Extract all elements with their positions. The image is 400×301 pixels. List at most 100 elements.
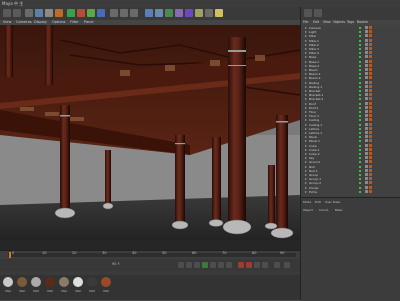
tag-icon[interactable]: [365, 131, 368, 134]
material-tag-icon[interactable]: [369, 114, 372, 118]
tag-icon[interactable]: [365, 101, 368, 105]
material-tag-icon[interactable]: [369, 181, 372, 185]
visibility-check-icon[interactable]: [359, 73, 361, 76]
expand-icon[interactable]: [305, 186, 307, 189]
visibility-check-icon[interactable]: [359, 123, 361, 126]
material-tag-icon[interactable]: [369, 34, 372, 38]
expand-icon[interactable]: [305, 182, 307, 185]
expand-icon[interactable]: [305, 111, 307, 113]
attr-edit[interactable]: Edit: [315, 200, 321, 204]
material-swatch[interactable]: [59, 277, 69, 287]
material-tag-icon[interactable]: [369, 185, 372, 189]
visibility-check-icon[interactable]: [359, 190, 361, 193]
tag-icon[interactable]: [365, 68, 368, 71]
tag-icon[interactable]: [365, 76, 368, 80]
tag-icon[interactable]: [365, 147, 368, 151]
scene-icon[interactable]: [195, 9, 203, 17]
om-menu-tags[interactable]: Tags: [347, 20, 354, 25]
visibility-check-icon[interactable]: [359, 27, 361, 29]
material-tag-icon[interactable]: [369, 160, 372, 164]
material-tag-icon[interactable]: [369, 135, 372, 139]
axis-x-icon[interactable]: [77, 9, 85, 17]
expand-icon[interactable]: [305, 102, 307, 105]
visibility-check-icon[interactable]: [359, 52, 361, 55]
visibility-check-icon[interactable]: [359, 69, 361, 71]
array-icon[interactable]: [175, 9, 183, 17]
search-icon[interactable]: [314, 9, 322, 17]
material-swatch[interactable]: [87, 277, 97, 287]
expand-icon[interactable]: [305, 60, 307, 63]
expand-icon[interactable]: [305, 56, 307, 59]
tag-icon[interactable]: [365, 118, 368, 122]
pen-icon[interactable]: [155, 9, 163, 17]
timeline-playhead[interactable]: [9, 252, 11, 258]
material-swatch[interactable]: [45, 277, 55, 287]
expand-icon[interactable]: [305, 81, 307, 84]
material-tag-icon[interactable]: [369, 122, 372, 126]
material-tag-icon[interactable]: [369, 101, 372, 105]
material-tag-icon[interactable]: [369, 68, 372, 71]
material-tag-icon[interactable]: [369, 152, 372, 155]
material-tag-icon[interactable]: [369, 30, 372, 34]
material-tag-icon[interactable]: [369, 110, 372, 113]
material-tag-icon[interactable]: [369, 51, 372, 55]
expand-icon[interactable]: [305, 106, 307, 109]
record-icon[interactable]: [238, 262, 244, 268]
visibility-check-icon[interactable]: [359, 119, 361, 122]
om-menu-file[interactable]: File: [303, 20, 308, 25]
deformer-icon[interactable]: [185, 9, 193, 17]
tag-icon[interactable]: [365, 143, 368, 147]
select-icon[interactable]: [25, 9, 33, 17]
tag-icon[interactable]: [365, 26, 368, 29]
attr-coord[interactable]: Coord.: [319, 208, 329, 212]
tag-icon[interactable]: [365, 34, 368, 38]
object-row[interactable]: Extra: [303, 189, 400, 194]
tag-icon[interactable]: [365, 173, 368, 176]
expand-icon[interactable]: [305, 43, 307, 46]
material-swatch[interactable]: [3, 277, 13, 287]
visibility-check-icon[interactable]: [359, 85, 361, 88]
tag-icon[interactable]: [365, 122, 368, 126]
expand-icon[interactable]: [305, 94, 307, 97]
expand-icon[interactable]: [305, 85, 307, 88]
motion-icon[interactable]: [262, 262, 268, 268]
prev-key-icon[interactable]: [186, 262, 192, 268]
visibility-check-icon[interactable]: [359, 115, 361, 118]
tag-icon[interactable]: [365, 105, 368, 109]
material-tag-icon[interactable]: [369, 156, 372, 160]
material-tag-icon[interactable]: [369, 173, 372, 176]
om-menu-view[interactable]: View: [323, 20, 331, 25]
expand-icon[interactable]: [305, 77, 307, 80]
material-tag-icon[interactable]: [369, 93, 372, 97]
tag-icon[interactable]: [365, 55, 368, 59]
material-tag-icon[interactable]: [369, 177, 372, 181]
expand-icon[interactable]: [305, 148, 307, 151]
visibility-check-icon[interactable]: [359, 165, 361, 168]
tag-icon[interactable]: [365, 135, 368, 139]
visibility-check-icon[interactable]: [359, 157, 361, 160]
expand-icon[interactable]: [305, 190, 307, 193]
tag-icon[interactable]: [365, 168, 368, 172]
attr-object[interactable]: Object: [303, 208, 313, 212]
visibility-check-icon[interactable]: [359, 178, 361, 181]
om-menu-objects[interactable]: Objects: [333, 20, 345, 25]
visibility-check-icon[interactable]: [359, 136, 361, 139]
material-tag-icon[interactable]: [369, 89, 372, 92]
om-menu-edit[interactable]: Edit: [313, 20, 319, 25]
3d-viewport[interactable]: [0, 25, 300, 250]
expand-icon[interactable]: [305, 64, 307, 67]
material-tag-icon[interactable]: [369, 143, 372, 147]
material-tag-icon[interactable]: [369, 139, 372, 143]
play-icon[interactable]: [202, 262, 208, 268]
tag-icon[interactable]: [365, 189, 368, 193]
material-tag-icon[interactable]: [369, 26, 372, 29]
tag-icon[interactable]: [365, 139, 368, 143]
material-tag-icon[interactable]: [369, 80, 372, 84]
expand-icon[interactable]: [305, 119, 307, 122]
visibility-check-icon[interactable]: [359, 182, 361, 185]
expand-icon[interactable]: [305, 69, 307, 71]
expand-icon[interactable]: [305, 52, 307, 55]
rotate-icon[interactable]: [55, 9, 63, 17]
expand-icon[interactable]: [305, 161, 307, 164]
tag-icon[interactable]: [365, 156, 368, 160]
